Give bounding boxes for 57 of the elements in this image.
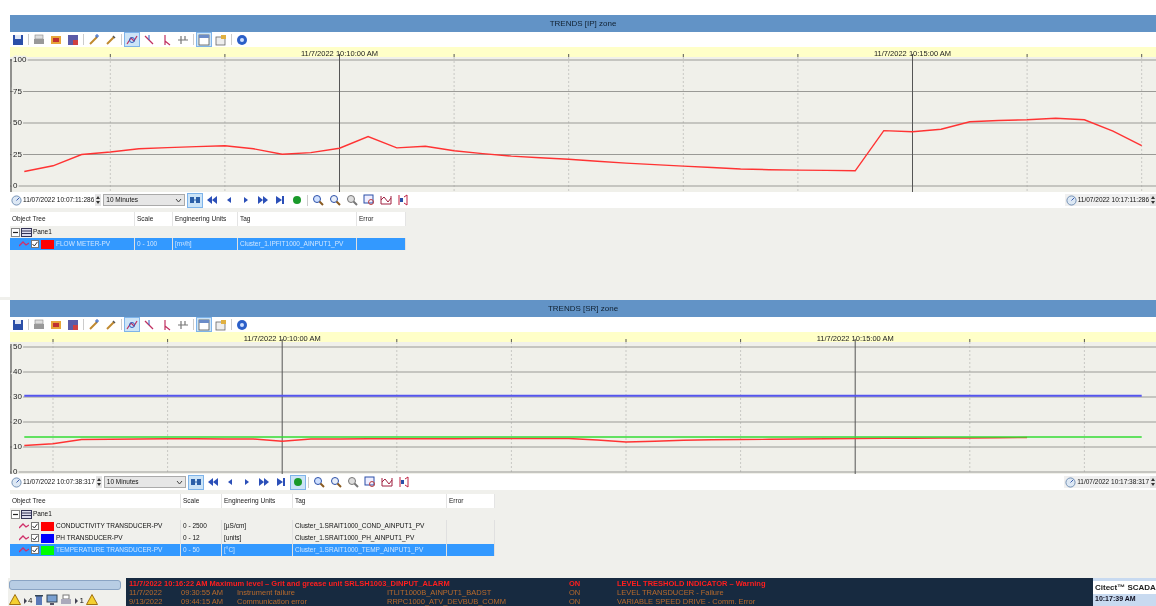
brand-label: Citect™ SCADA bbox=[1093, 581, 1156, 594]
save-as-icon[interactable] bbox=[65, 317, 81, 332]
axis-label: 30 bbox=[13, 392, 22, 402]
spin-buttons[interactable] bbox=[95, 194, 102, 206]
caret-icon bbox=[175, 197, 183, 203]
axis-label: 50 bbox=[13, 118, 22, 128]
bin-icon[interactable] bbox=[34, 594, 45, 605]
trend-icon bbox=[19, 241, 29, 247]
pane-title: TRENDS [SR] zone bbox=[547, 302, 619, 315]
live-mode-icon[interactable] bbox=[187, 474, 204, 490]
spin-buttons[interactable] bbox=[1150, 194, 1156, 206]
axis-label: 0 bbox=[13, 181, 18, 191]
save-icon[interactable] bbox=[10, 317, 26, 332]
clock-icon bbox=[11, 194, 22, 206]
axis-label: 10 bbox=[13, 442, 22, 452]
spin-buttons[interactable] bbox=[95, 476, 102, 488]
monitor-icon[interactable] bbox=[46, 594, 59, 605]
pane-title: TRENDS [IP] zone bbox=[549, 17, 617, 30]
help-icon[interactable] bbox=[234, 32, 250, 47]
cursor-icon[interactable] bbox=[124, 317, 140, 332]
checkbox[interactable] bbox=[31, 240, 39, 248]
axis-label: 0 bbox=[13, 467, 18, 474]
run-icon[interactable] bbox=[289, 474, 306, 490]
axis-label: 40 bbox=[13, 367, 22, 377]
alarm-count: 4 bbox=[28, 597, 33, 605]
axis-label: 25 bbox=[13, 149, 22, 159]
caret-icon bbox=[175, 479, 183, 485]
alarm-count: 1 bbox=[79, 597, 84, 605]
collapse-toggle[interactable] bbox=[11, 509, 20, 519]
axis-label: 20 bbox=[13, 417, 22, 427]
axis-label: 75 bbox=[13, 86, 22, 96]
clock-icon bbox=[1065, 476, 1077, 488]
arrow-icon[interactable] bbox=[23, 597, 28, 605]
cursor-icon[interactable] bbox=[124, 32, 140, 47]
print-icon[interactable] bbox=[31, 317, 47, 332]
warning-icon[interactable] bbox=[9, 594, 21, 605]
axis-label: 100 bbox=[13, 55, 27, 65]
warning-icon[interactable] bbox=[85, 594, 98, 605]
spin-buttons[interactable] bbox=[1150, 476, 1156, 488]
zoom-box-icon[interactable] bbox=[361, 474, 378, 490]
collapse-toggle[interactable] bbox=[11, 227, 20, 237]
grid-icon bbox=[21, 509, 32, 519]
live-mode-icon[interactable] bbox=[187, 192, 204, 208]
checkbox[interactable] bbox=[31, 522, 39, 530]
window-icon[interactable] bbox=[196, 317, 212, 332]
clock-icon bbox=[11, 476, 22, 488]
window-icon[interactable] bbox=[196, 32, 212, 47]
arrow-icon[interactable] bbox=[74, 597, 80, 605]
grid-icon bbox=[21, 227, 32, 237]
help-icon[interactable] bbox=[234, 317, 250, 332]
save-icon[interactable] bbox=[10, 32, 26, 47]
print-icon[interactable] bbox=[31, 32, 47, 47]
save-as-icon[interactable] bbox=[65, 32, 81, 47]
clock-icon bbox=[1065, 194, 1077, 206]
axis-label: 50 bbox=[13, 342, 22, 352]
checkbox[interactable] bbox=[31, 546, 39, 554]
checkbox[interactable] bbox=[31, 534, 39, 542]
